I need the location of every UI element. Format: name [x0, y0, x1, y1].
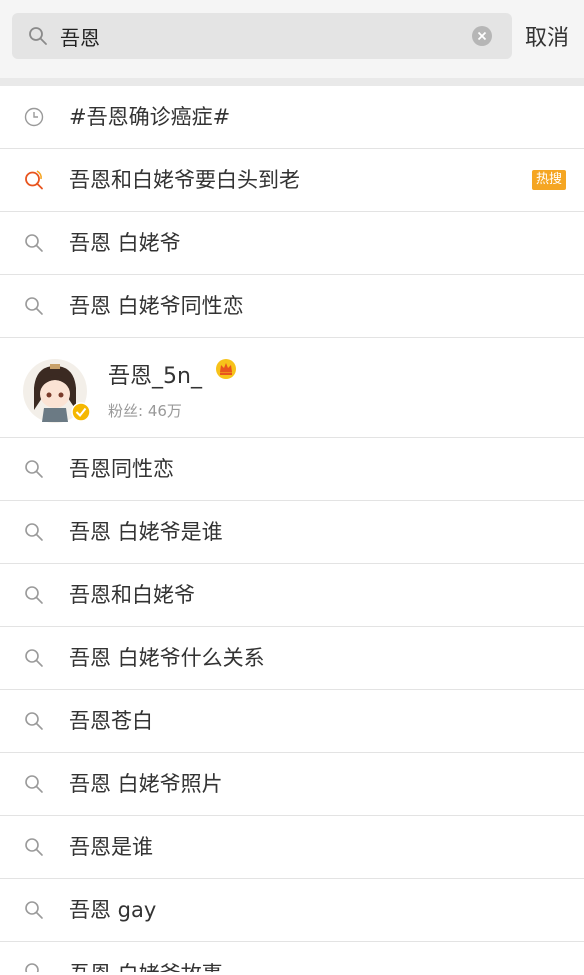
- list-item[interactable]: 吾恩 gay: [0, 879, 584, 942]
- suggestion-label: 吾恩和白姥爷: [69, 583, 195, 607]
- list-item[interactable]: 吾恩 白姥爷照片: [0, 753, 584, 816]
- suggestion-label: 吾恩同性恋: [69, 457, 174, 481]
- list-item[interactable]: 吾恩 白姥爷什么关系: [0, 627, 584, 690]
- search-icon: [25, 963, 39, 972]
- search-header: 取消: [0, 0, 584, 78]
- divider: [0, 78, 584, 86]
- search-box[interactable]: [12, 13, 512, 59]
- suggestion-label: 吾恩 白姥爷: [69, 231, 181, 255]
- list-item[interactable]: 吾恩 白姥爷同性恋: [0, 275, 584, 338]
- search-icon: [25, 460, 43, 478]
- history-item[interactable]: #吾恩确诊癌症#: [0, 86, 584, 149]
- suggestion-label: 吾恩 白姥爷是谁: [69, 520, 223, 544]
- search-icon: [25, 712, 43, 730]
- user-name: 吾恩_5n_: [108, 364, 202, 389]
- search-icon: [25, 838, 43, 856]
- clear-icon[interactable]: [472, 26, 492, 46]
- search-icon: [25, 297, 43, 315]
- list-item[interactable]: 吾恩是谁: [0, 816, 584, 879]
- suggestion-label: 吾恩 白姥爷什么关系: [69, 646, 265, 670]
- list-item[interactable]: 吾恩 白姥爷是谁: [0, 501, 584, 564]
- suggestion-label: 吾恩 白姥爷同性恋: [69, 294, 244, 318]
- search-icon: [25, 234, 43, 252]
- history-label: #吾恩确诊癌症#: [69, 105, 231, 129]
- search-icon: [29, 27, 47, 45]
- suggestion-label: 吾恩是谁: [69, 835, 153, 859]
- list-item[interactable]: 吾恩和白姥爷: [0, 564, 584, 627]
- verified-badge-icon: [71, 402, 91, 422]
- suggestion-label: 吾恩 白姥爷照片: [69, 772, 223, 796]
- clock-icon: [24, 107, 44, 127]
- user-result[interactable]: 吾恩_5n_ 粉丝: 46万: [0, 338, 584, 438]
- cancel-button[interactable]: 取消: [525, 20, 569, 52]
- search-icon: [25, 649, 43, 667]
- search-icon: [25, 901, 43, 919]
- suggestion-label: 吾恩 gay: [69, 898, 157, 922]
- suggestion-label: 吾恩苍白: [69, 709, 153, 733]
- hot-search-icon: [25, 170, 43, 190]
- search-icon: [25, 775, 43, 793]
- fans-count: 粉丝: 46万: [108, 402, 182, 420]
- list-item[interactable]: 吾恩同性恋: [0, 438, 584, 501]
- hot-search-item[interactable]: 吾恩和白姥爷要白头到老 热搜: [0, 149, 584, 212]
- hot-badge: 热搜: [532, 170, 566, 190]
- search-icon: [25, 586, 43, 604]
- crown-icon: [216, 359, 236, 379]
- suggestion-label: 吾恩 白姥爷故事: [69, 958, 223, 972]
- search-icon: [25, 523, 43, 541]
- list-item[interactable]: 吾恩苍白: [0, 690, 584, 753]
- hot-search-label: 吾恩和白姥爷要白头到老: [69, 168, 300, 192]
- search-input[interactable]: [60, 21, 460, 51]
- list-item[interactable]: 吾恩 白姥爷: [0, 212, 584, 275]
- list-item[interactable]: 吾恩 白姥爷故事: [0, 942, 584, 972]
- suggestion-list: #吾恩确诊癌症# 吾恩和白姥爷要白头到老 热搜 吾恩 白姥爷 吾恩 白姥爷同性恋: [0, 86, 584, 972]
